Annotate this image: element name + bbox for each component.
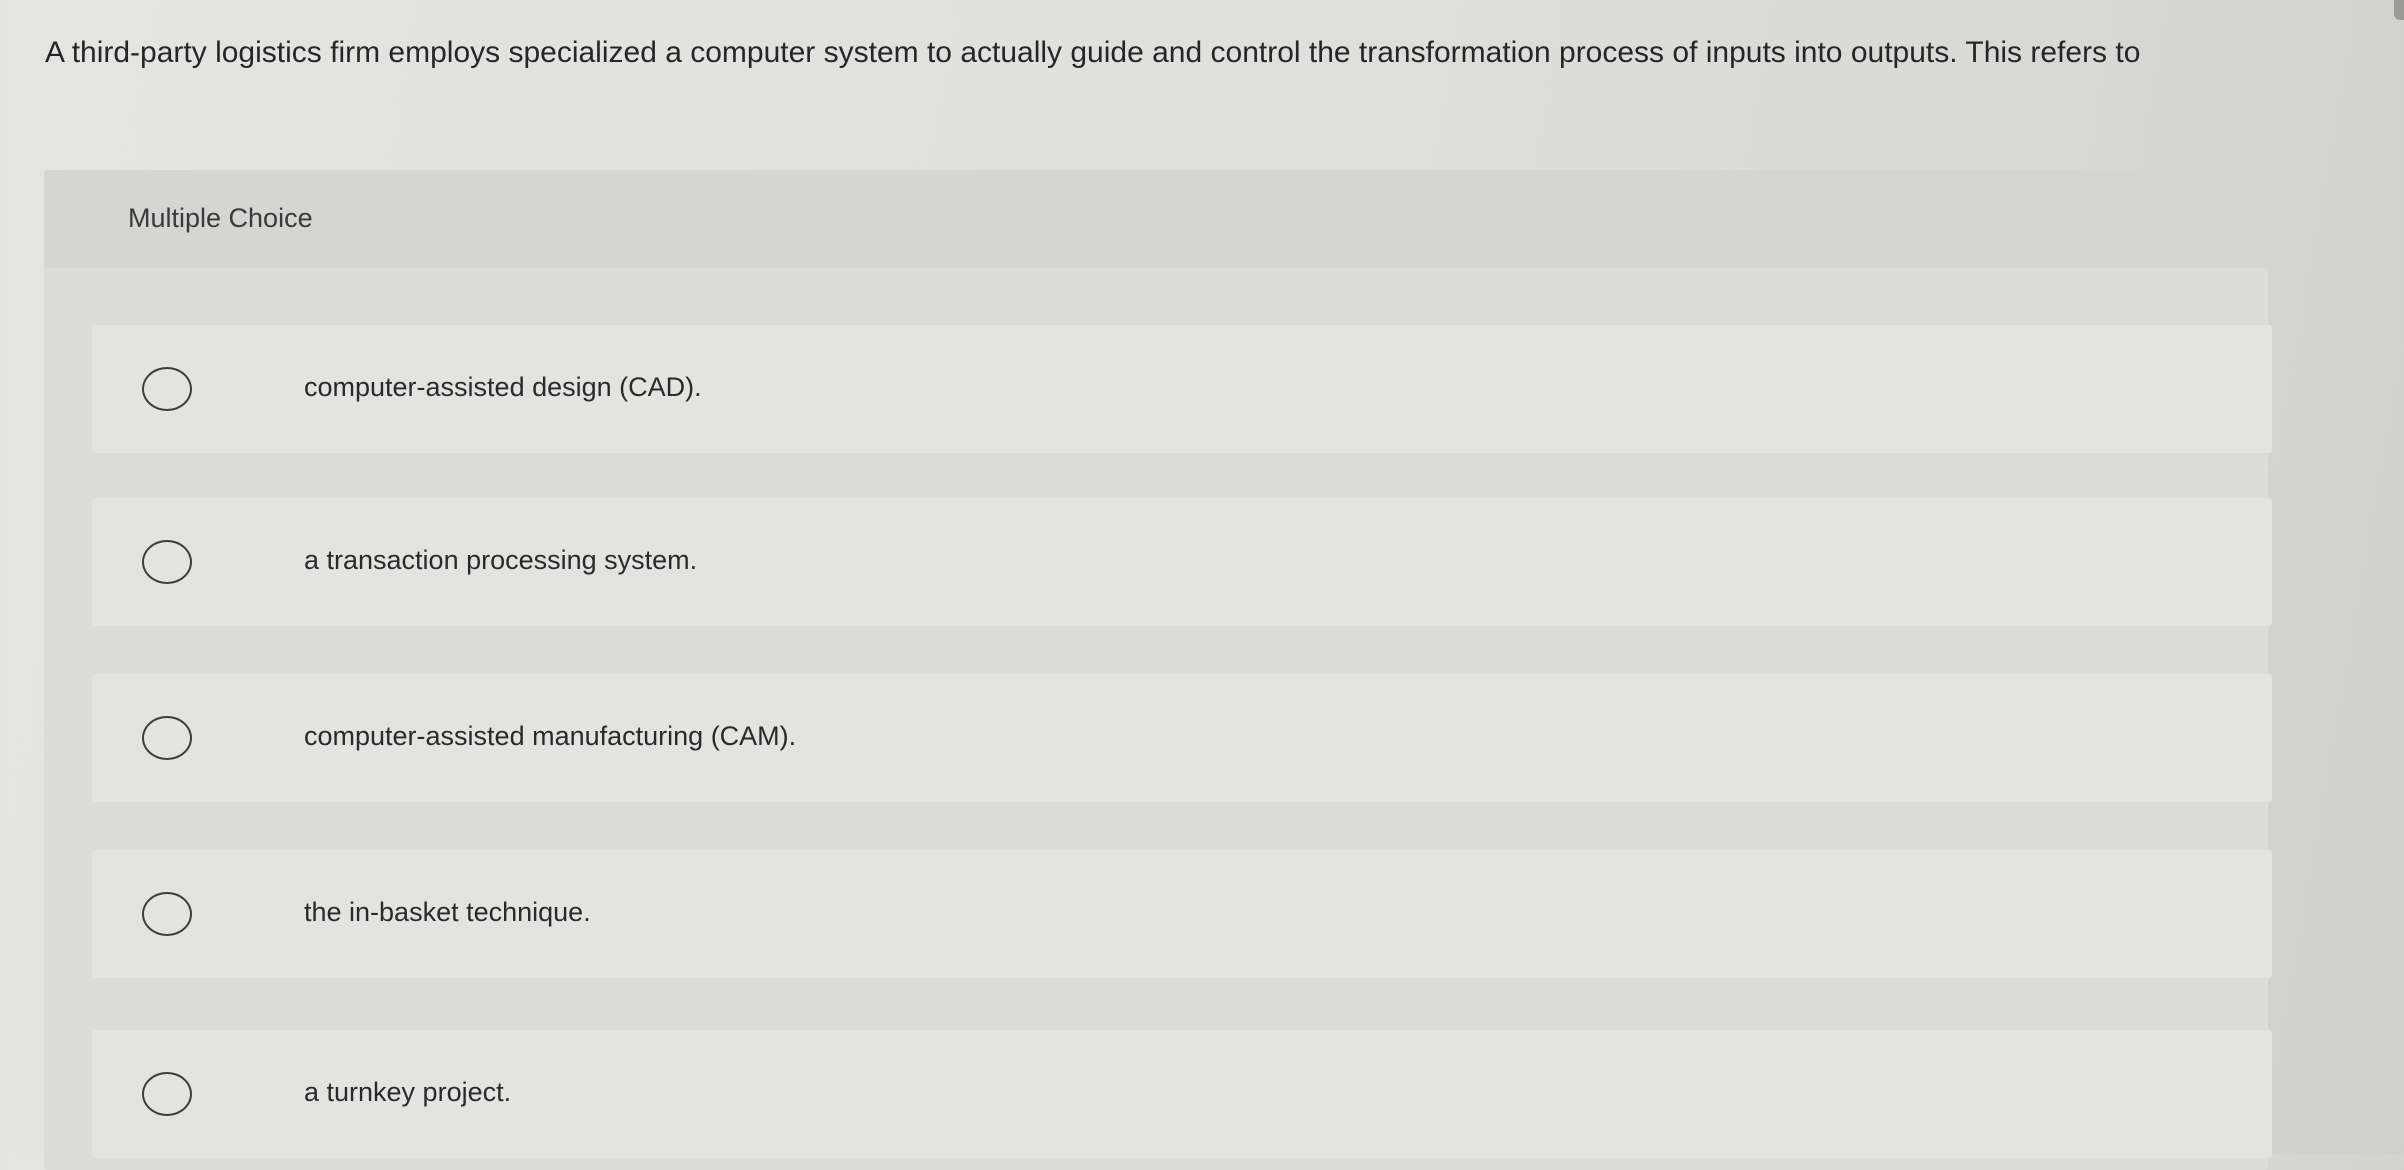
answer-option-3[interactable]: computer-assisted manufacturing (CAM). <box>92 674 2272 802</box>
radio-button-icon[interactable] <box>142 892 192 936</box>
multiple-choice-label: Multiple Choice <box>128 203 313 233</box>
answer-option-text: computer-assisted manufacturing (CAM). <box>304 721 797 751</box>
answer-option-4[interactable]: the in-basket technique. <box>92 850 2272 978</box>
answer-option-1[interactable]: computer-assisted design (CAD). <box>92 325 2272 453</box>
answer-option-text: a turnkey project. <box>304 1077 512 1107</box>
multiple-choice-header: Multiple Choice <box>44 170 2268 268</box>
question-text: A third-party logistics firm employs spe… <box>45 36 2141 69</box>
radio-button-icon[interactable] <box>142 1072 192 1116</box>
answer-option-text: the in-basket technique. <box>304 897 591 927</box>
multiple-choice-panel: Multiple Choice computer-assisted design… <box>44 170 2272 1170</box>
answer-option-5[interactable]: a turnkey project. <box>92 1030 2272 1158</box>
answer-option-2[interactable]: a transaction processing system. <box>92 498 2272 626</box>
screen-edge-mark <box>2394 0 2404 20</box>
radio-button-icon[interactable] <box>142 367 192 411</box>
radio-button-icon[interactable] <box>142 540 192 584</box>
answer-option-text: computer-assisted design (CAD). <box>304 372 702 402</box>
radio-button-icon[interactable] <box>142 716 192 760</box>
answer-option-text: a transaction processing system. <box>304 545 698 575</box>
